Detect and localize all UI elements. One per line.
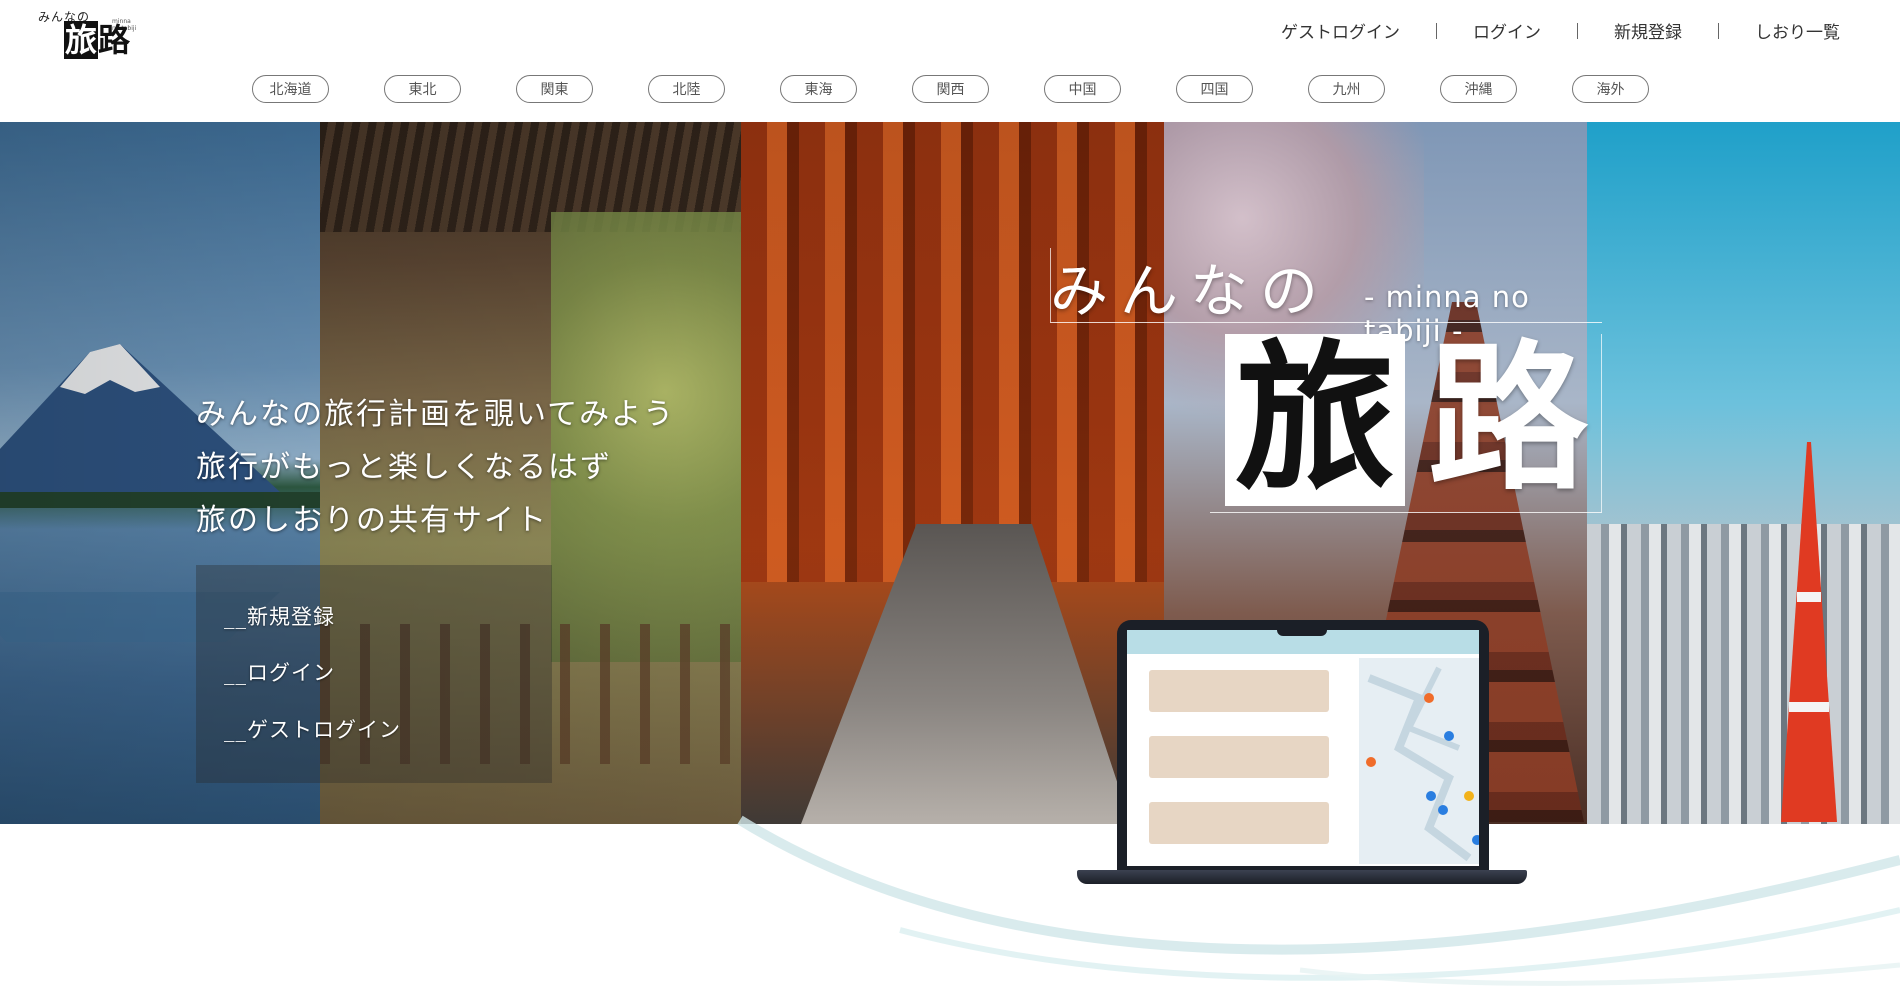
hero-guest-login-link[interactable]: __ゲストログイン	[224, 714, 401, 744]
region-tohoku[interactable]: 東北	[384, 75, 461, 103]
wave-decoration	[737, 815, 1900, 986]
hero-action-panel: __新規登録 __ログイン __ゲストログイン	[196, 565, 552, 783]
map-preview	[1359, 658, 1479, 864]
map-pin-icon	[1426, 791, 1436, 801]
map-pin-icon	[1424, 693, 1434, 703]
region-filter: 北海道 東北 関東 北陸 東海 関西 中国 四国 九州 沖縄 海外	[252, 75, 1649, 103]
hero-register-link[interactable]: __新規登録	[224, 601, 335, 631]
map-pin-icon	[1464, 791, 1474, 801]
top-nav: ゲストログイン ログイン 新規登録 しおり一覧	[1281, 18, 1840, 43]
region-hokkaido[interactable]: 北海道	[252, 75, 329, 103]
map-pin-icon	[1444, 731, 1454, 741]
logo-kanji-1: 旅	[64, 21, 99, 59]
nav-divider	[1577, 22, 1578, 39]
nav-divider	[1436, 22, 1437, 39]
nav-guest-login[interactable]: ゲストログイン	[1281, 18, 1400, 43]
itinerary-card	[1149, 802, 1329, 844]
region-kyushu[interactable]: 九州	[1308, 75, 1385, 103]
tagline-line-2: 旅行がもっと楽しくなるはず	[196, 450, 612, 485]
hero-login-link[interactable]: __ログイン	[224, 657, 335, 687]
header: みんなの minna no tabiji 旅路 ゲストログイン ログイン 新規登…	[0, 0, 1900, 122]
title-hiragana: みんなの	[1050, 257, 1331, 325]
itinerary-card	[1149, 670, 1329, 712]
map-pin-icon	[1366, 757, 1376, 767]
region-hokuriku[interactable]: 北陸	[648, 75, 725, 103]
region-chugoku[interactable]: 中国	[1044, 75, 1121, 103]
tagline-line-1: みんなの旅行計画を覗いてみよう	[196, 397, 676, 432]
site-logo[interactable]: みんなの minna no tabiji 旅路	[36, 6, 140, 59]
logo-kanji-2: 路	[98, 21, 131, 59]
title-kanji-1: 旅	[1234, 324, 1395, 512]
logo-main-text: 旅路	[64, 21, 131, 59]
map-pin-icon	[1472, 835, 1479, 845]
region-kansai[interactable]: 関西	[912, 75, 989, 103]
nav-divider	[1718, 22, 1719, 39]
tagline-line-3: 旅のしおりの共有サイト	[196, 503, 548, 538]
region-tokai[interactable]: 東海	[780, 75, 857, 103]
laptop-mockup	[1077, 620, 1527, 892]
hero-title: みんなの - minna no tabiji - 旅 路	[1050, 244, 1610, 514]
nav-register[interactable]: 新規登録	[1614, 18, 1682, 43]
region-kanto[interactable]: 関東	[516, 75, 593, 103]
hero-tagline: みんなの旅行計画を覗いてみよう 旅行がもっと楽しくなるはず 旅のしおりの共有サイ…	[196, 388, 675, 547]
title-kanji-2: 路	[1427, 324, 1588, 512]
nav-bookmark-list[interactable]: しおり一覧	[1755, 18, 1840, 43]
map-graphic	[1366, 666, 1479, 862]
nav-login[interactable]: ログイン	[1473, 18, 1541, 43]
map-pin-icon	[1438, 805, 1448, 815]
itinerary-card	[1149, 736, 1329, 778]
laptop-screen	[1127, 630, 1479, 866]
region-overseas[interactable]: 海外	[1572, 75, 1649, 103]
region-shikoku[interactable]: 四国	[1176, 75, 1253, 103]
region-okinawa[interactable]: 沖縄	[1440, 75, 1517, 103]
